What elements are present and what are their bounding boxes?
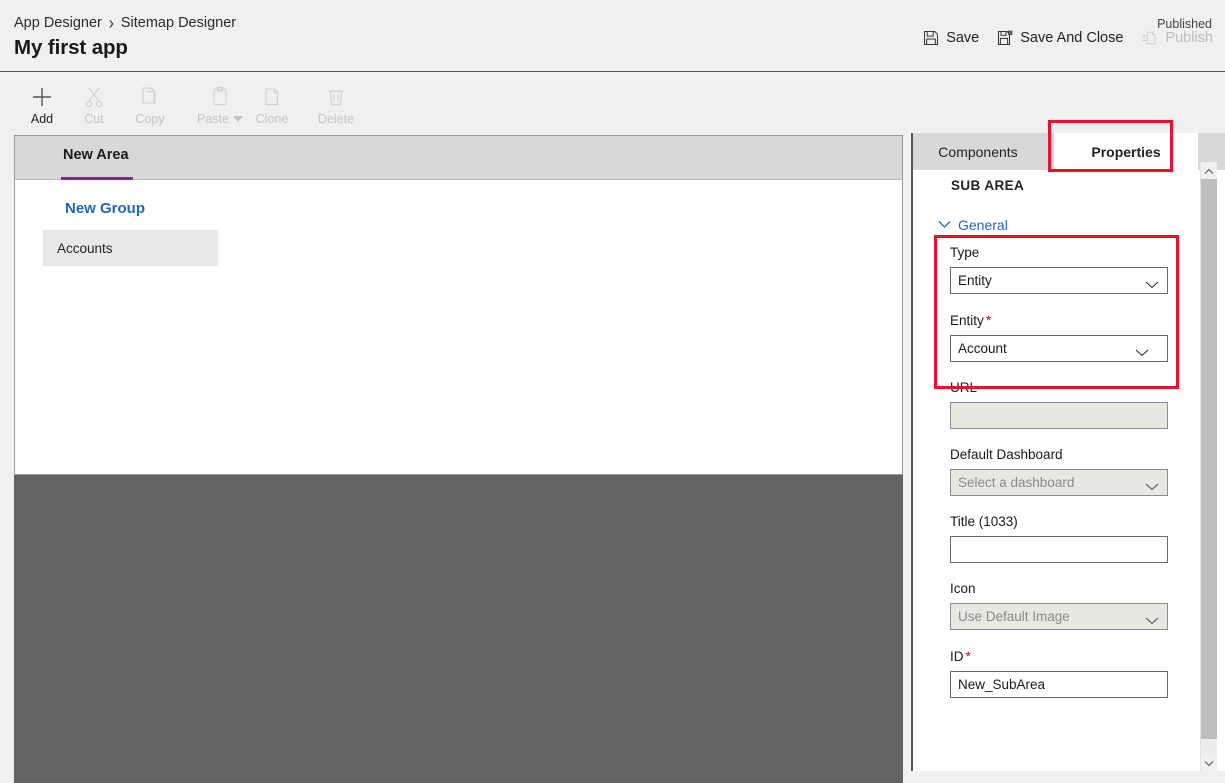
toolbar-add-label: Add — [30, 112, 54, 126]
chevron-down-icon — [1204, 754, 1214, 772]
command-toolbar: Add Cut Copy Paste Clone Delete — [0, 73, 1225, 133]
save-and-close-icon — [997, 30, 1013, 46]
save-button-label: Save — [946, 30, 980, 46]
clone-icon — [262, 84, 282, 109]
canvas-empty-region — [14, 475, 903, 783]
scrollbar-track[interactable] — [1201, 739, 1217, 754]
chevron-down-icon — [1145, 277, 1159, 288]
entity-select[interactable]: Account — [950, 335, 1168, 362]
panel-scrollbar[interactable] — [1200, 162, 1217, 771]
scissors-icon — [84, 84, 104, 109]
chevron-down-icon — [938, 216, 951, 234]
id-input[interactable]: New_SubArea — [950, 671, 1168, 698]
chevron-up-icon — [1204, 162, 1214, 180]
scroll-up-button[interactable] — [1201, 162, 1217, 179]
save-icon — [923, 30, 939, 46]
tab-properties[interactable]: Properties — [1054, 133, 1198, 170]
toolbar-delete-label: Delete — [317, 112, 355, 126]
save-and-close-button[interactable]: Save And Close — [997, 30, 1123, 46]
toolbar-paste-label: Paste — [197, 112, 243, 126]
id-input-value: New_SubArea — [958, 677, 1046, 692]
breadcrumb-separator-icon: › — [108, 12, 114, 34]
field-title-label: Title (1033) — [950, 514, 1018, 529]
field-icon: Icon Use Default Image — [950, 581, 1180, 630]
default-dashboard-select[interactable]: Select a dashboard — [950, 469, 1168, 496]
chevron-down-icon — [1145, 479, 1159, 490]
toolbar-add-button[interactable]: Add — [12, 73, 72, 131]
toolbar-clone-label: Clone — [255, 112, 289, 126]
toolbar-delete-button[interactable]: Delete — [306, 73, 366, 131]
page-title: My first app — [14, 36, 128, 59]
field-type: Type Entity — [950, 245, 1180, 294]
chevron-down-icon — [1135, 345, 1149, 356]
toolbar-copy-button[interactable]: Copy — [120, 73, 180, 131]
type-select[interactable]: Entity — [950, 267, 1168, 294]
property-fields: Type Entity Entity * Account URL Default… — [950, 245, 1180, 698]
field-url-label: URL — [950, 380, 978, 395]
save-and-close-button-label: Save And Close — [1020, 30, 1124, 46]
scrollbar-thumb[interactable] — [1201, 179, 1217, 739]
published-status-label: Published — [1157, 17, 1212, 31]
field-url: URL — [950, 380, 1180, 429]
area-tab-active-underline — [61, 177, 133, 180]
group-title-new-group[interactable]: New Group — [65, 200, 145, 217]
properties-panel: Components Properties SUB AREA General T… — [911, 133, 1225, 771]
field-id: ID * New_SubArea — [950, 648, 1180, 698]
title-input[interactable] — [950, 536, 1168, 563]
icon-select[interactable]: Use Default Image — [950, 603, 1168, 630]
scroll-down-button[interactable] — [1201, 754, 1217, 771]
plus-icon — [31, 84, 53, 109]
breadcrumb-item-sitemap-designer[interactable]: Sitemap Designer — [121, 15, 236, 31]
copy-icon — [140, 84, 160, 109]
panel-body: SUB AREA General Type Entity Entity * Ac… — [913, 170, 1225, 769]
toolbar-clone-button[interactable]: Clone — [242, 73, 302, 131]
field-entity: Entity * Account — [950, 312, 1180, 362]
icon-select-value: Use Default Image — [958, 609, 1070, 624]
toolbar-copy-label: Copy — [135, 112, 165, 126]
field-title: Title (1033) — [950, 514, 1180, 563]
general-section-toggle[interactable]: General — [938, 216, 1008, 234]
publish-icon — [1141, 30, 1158, 46]
field-default-dashboard-label: Default Dashboard — [950, 447, 1063, 462]
panel-section-title: SUB AREA — [951, 178, 1025, 193]
breadcrumb-item-app-designer[interactable]: App Designer — [14, 15, 102, 31]
publish-button-label: Publish — [1165, 30, 1213, 46]
url-input[interactable] — [950, 402, 1168, 429]
field-type-label: Type — [950, 245, 980, 260]
clipboard-icon — [210, 84, 230, 109]
sitemap-canvas: New Area New Group Accounts — [14, 135, 903, 475]
publish-button[interactable]: Publish — [1141, 30, 1213, 46]
tab-components[interactable]: Components — [913, 133, 1043, 170]
app-header: App Designer › Sitemap Designer My first… — [0, 0, 1225, 72]
general-section-label: General — [958, 217, 1008, 233]
toolbar-cut-label: Cut — [84, 112, 104, 126]
toolbar-cut-button[interactable]: Cut — [64, 73, 124, 131]
field-default-dashboard: Default Dashboard Select a dashboard — [950, 447, 1180, 496]
field-id-label: ID * — [950, 648, 971, 664]
header-actions: Save Save And Close Publish — [923, 30, 1213, 46]
panel-tabstrip: Components Properties — [913, 133, 1225, 170]
save-button[interactable]: Save — [923, 30, 979, 46]
subarea-item-accounts[interactable]: Accounts — [43, 230, 218, 266]
type-select-value: Entity — [958, 273, 992, 288]
default-dashboard-select-value: Select a dashboard — [958, 475, 1075, 490]
entity-select-value: Account — [958, 341, 1007, 356]
trash-icon — [326, 84, 346, 109]
sitemap-designer-window: App Designer › Sitemap Designer My first… — [0, 0, 1225, 783]
breadcrumb: App Designer › Sitemap Designer — [14, 12, 236, 34]
chevron-down-icon — [1145, 613, 1159, 624]
field-entity-label: Entity * — [950, 312, 992, 328]
area-tab-new-area[interactable]: New Area — [63, 147, 129, 163]
area-tabstrip: New Area — [15, 136, 902, 180]
field-icon-label: Icon — [950, 581, 976, 596]
required-marker-icon: * — [985, 312, 992, 328]
required-marker-icon: * — [965, 648, 971, 664]
